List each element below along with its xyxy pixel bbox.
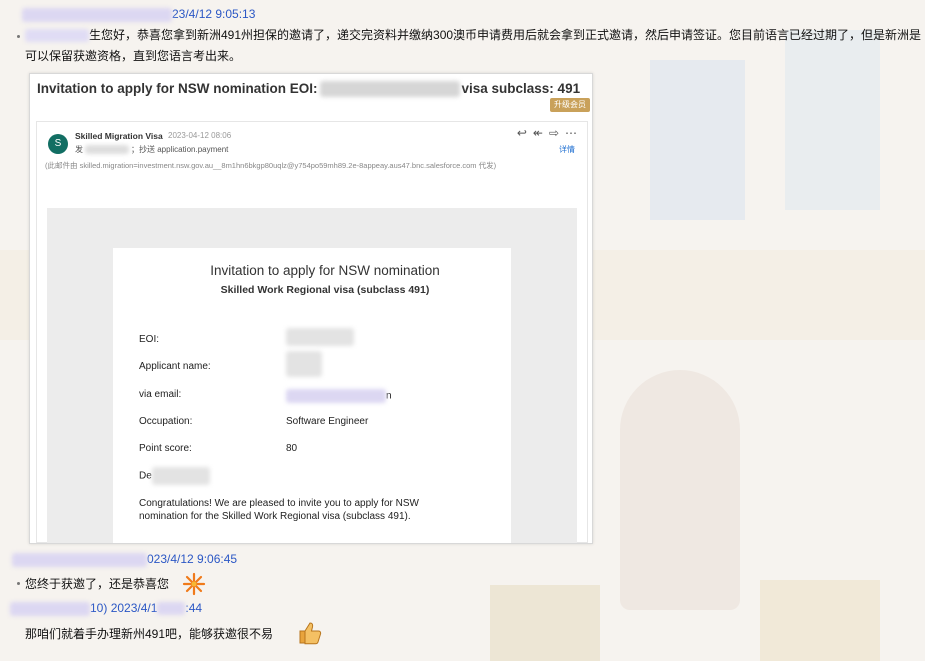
bullet bbox=[17, 582, 20, 585]
invitation-document: Invitation to apply for NSW nomination S… bbox=[113, 248, 511, 543]
message-2-header: 023/4/12 9:06:45 bbox=[12, 552, 237, 567]
message-3-time: 2023/4/1 bbox=[110, 601, 158, 615]
sender-avatar: S bbox=[48, 134, 68, 154]
document-subtitle: Skilled Work Regional visa (subclass 491… bbox=[220, 284, 430, 296]
recipient-redacted bbox=[85, 145, 129, 155]
sender-name-redacted bbox=[10, 601, 90, 616]
email-body: Invitation to apply for NSW nomination S… bbox=[47, 208, 577, 543]
fireworks-icon bbox=[182, 572, 206, 596]
applicant-name-value bbox=[286, 351, 322, 377]
thumbs-up-icon bbox=[299, 622, 322, 645]
bullet bbox=[17, 35, 20, 38]
email-view: S Skilled Migration Visa 2023-04-12 08:0… bbox=[36, 121, 588, 543]
details-link[interactable]: 详情 bbox=[559, 144, 575, 155]
message-3-text: 那咱们就着手办理新州491吧，能够获邀很不易 bbox=[25, 627, 274, 641]
point-score-value: 80 bbox=[286, 443, 298, 454]
message-2-text: 您终于获邀了，还是恭喜您 bbox=[25, 577, 170, 591]
message-3-header: 10) 2023/4/1:44 bbox=[10, 601, 202, 616]
eoi-value bbox=[286, 328, 354, 346]
message-1-text: 生您好，恭喜您拿到新洲491州担保的邀请了，递交完资料并缴纳300澳币申请费用后… bbox=[25, 28, 922, 63]
document-title: Invitation to apply for NSW nomination bbox=[210, 263, 440, 278]
date-label: De bbox=[139, 467, 210, 485]
recipient-name-redacted bbox=[25, 29, 89, 43]
sent-via-note: (此邮件由 skilled.migration=investment.nsw.g… bbox=[45, 161, 497, 170]
occupation-value: Software Engineer bbox=[286, 416, 369, 427]
sender-name-redacted bbox=[22, 7, 172, 22]
eoi-label: EOI: bbox=[139, 334, 160, 345]
email-label: via email: bbox=[139, 389, 182, 400]
sender-name: Skilled Migration Visa bbox=[75, 131, 163, 141]
email-actions: ↩ ↞ ⇨ ⋯ bbox=[517, 126, 577, 140]
message-2-time: 023/4/12 9:06:45 bbox=[147, 552, 238, 566]
email-screenshot: Invitation to apply for NSW nomination E… bbox=[29, 73, 593, 544]
sender-name-redacted bbox=[12, 552, 147, 567]
forward-icon[interactable]: ⇨ bbox=[549, 126, 559, 140]
eoi-redacted bbox=[319, 81, 460, 98]
reply-all-icon[interactable]: ↞ bbox=[533, 126, 543, 140]
point-score-label: Point score: bbox=[139, 443, 192, 454]
upgrade-badge: 升级会员 bbox=[550, 98, 590, 112]
card-title: Invitation to apply for NSW nomination E… bbox=[37, 81, 581, 98]
recipients-line: 发；抄送 application.payment bbox=[75, 145, 229, 155]
message-1-time: 23/4/12 9:05:13 bbox=[172, 7, 256, 21]
email-date: 2023-04-12 08:06 bbox=[168, 131, 232, 140]
more-icon[interactable]: ⋯ bbox=[565, 126, 577, 140]
message-1-header: 23/4/12 9:05:13 bbox=[22, 7, 255, 22]
occupation-label: Occupation: bbox=[139, 416, 193, 427]
congratulations-text: Congratulations! We are pleased to invit… bbox=[139, 498, 419, 522]
reply-icon[interactable]: ↩ bbox=[517, 126, 527, 140]
email-value: n bbox=[286, 389, 392, 403]
applicant-name-label: Applicant name: bbox=[139, 361, 211, 372]
